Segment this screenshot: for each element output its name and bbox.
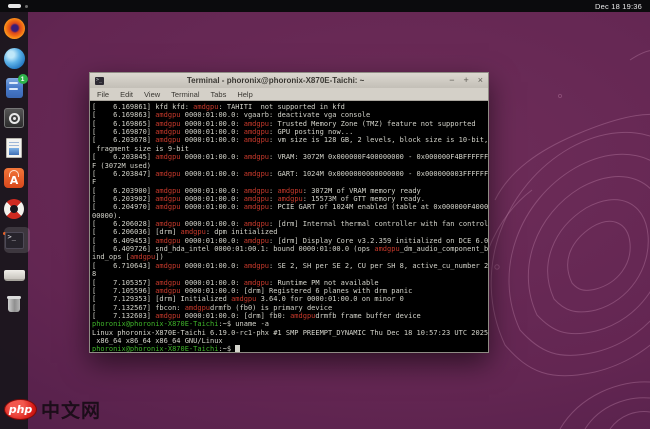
help-lifebuoy-icon [4,199,24,219]
terminal-line: fragment size is 9-bit [92,144,189,153]
terminal-line: [ 7.129353] [drm] Initialized amdgpu 3.6… [92,295,404,304]
watermark-text: 中文网 [41,400,102,422]
terminal-line: [ 6.169861] kfd kfd: amdgpu: TAHITI not … [92,103,345,111]
terminal-line: [ 6.203900] amdgpu 0000:01:00.0: amdgpu:… [92,186,421,195]
speaker-ring [8,112,20,124]
files-drawer-line [8,82,18,84]
terminal-line: [ 6.206036] [drm] amdgpu: dpm initialize… [92,228,278,237]
terminal-line: [ 6.710643] amdgpu 0000:01:00.0: amdgpu:… [92,261,488,270]
terminal-line: [ 6.203845] amdgpu 0000:01:00.0: amdgpu:… [92,153,488,162]
menu-file[interactable]: File [97,90,109,99]
close-button[interactable]: × [478,76,483,85]
menu-view[interactable]: View [144,90,160,99]
dock-item-libreoffice-writer[interactable] [3,137,25,159]
window-terminal-icon: >_ [95,76,104,85]
dock-item-rhythmbox[interactable] [3,107,25,129]
drive-icon [3,269,25,281]
thunderbird-icon [3,47,25,69]
dock-item-firefox[interactable] [3,17,25,39]
terminal-line: [ 6.409453] amdgpu 0000:01:00.0: amdgpu:… [92,236,488,245]
window-titlebar[interactable]: >_ Terminal - phoronix@phoronix-X870E-Ta… [90,73,488,88]
terminal-line: [ 6.203847] amdgpu 0000:01:00.0: amdgpu:… [92,169,488,178]
menu-tabs[interactable]: Tabs [211,90,227,99]
php-logo: php [4,399,37,420]
rhythmbox-icon [4,108,24,128]
firefox-icon [3,17,25,39]
workspace-indicator[interactable] [8,4,28,8]
php-cn-watermark: php 中文网 [4,396,101,423]
menu-terminal[interactable]: Terminal [171,90,199,99]
dock-item-help[interactable] [3,198,25,220]
workspace-dot-icon [25,4,28,8]
terminal-output[interactable]: [ 6.169861] kfd kfd: amdgpu: TAHITI not … [90,102,488,352]
terminal-line: Linux phoronix-X870E-Taichi 6.19.0-rc1-p… [92,328,488,337]
terminal-window: >_ Terminal - phoronix@phoronix-X870E-Ta… [89,72,489,353]
dock: 1 A >_ [0,12,30,429]
terminal-line: [ 6.169870] amdgpu 0000:01:00.0: amdgpu:… [92,128,354,137]
terminal-line: F [92,178,97,187]
dock-item-trash[interactable] [3,294,25,316]
trash-icon [7,296,21,312]
app-center-icon: A [4,168,24,188]
clock[interactable]: Dec 18 19:36 [595,2,642,11]
terminal-line: [ 6.203902] amdgpu 0000:01:00.0: amdgpu:… [92,194,425,203]
terminal-line: [ 7.105357] amdgpu 0000:01:00.0: amdgpu:… [92,278,379,287]
top-bar: Dec 18 19:36 [0,0,650,12]
terminal-line: [ 6.206028] amdgpu 0000:01:00.0: amdgpu:… [92,220,488,229]
terminal-line: [ 7.132567] fbcon: amdgpudrmfb (fb0) is … [92,303,333,312]
terminal-cursor [235,345,240,352]
terminal-line: [ 6.169863] amdgpu 0000:01:00.0: vgaarb:… [92,111,371,120]
terminal-line: phoronix@phoronix-X870E-Taichi:~$ uname … [92,320,270,329]
terminal-line: [ 7.132603] amdgpu 0000:01:00.0: [drm] f… [92,311,421,320]
dock-item-app-center[interactable]: A [3,167,25,189]
maximize-button[interactable]: + [463,76,468,85]
dock-item-files[interactable]: 1 [3,74,28,99]
terminal-line: [ 6.203678] amdgpu 0000:01:00.0: amdgpu:… [92,136,488,145]
files-drawer-line [8,88,18,90]
terminal-icon: >_ [4,231,24,249]
terminal-line: 8 [92,270,97,279]
notification-badge: 1 [17,74,28,84]
terminal-line: [ 6.409726] snd_hda_intel 0000:01:00.1: … [92,245,488,254]
terminal-line: 00000). [92,211,122,220]
menu-bar: File Edit View Terminal Tabs Help [90,88,488,101]
workspace-pill-icon [8,4,21,8]
terminal-line: [ 6.169865] amdgpu 0000:01:00.0: amdgpu:… [92,119,476,128]
files-icon: 1 [5,74,28,98]
window-title: Terminal - phoronix@phoronix-X870E-Taich… [186,76,365,85]
menu-edit[interactable]: Edit [120,90,133,99]
terminal-line: [ 7.105596] amdgpu 0000:01:00.0: [drm] R… [92,286,413,295]
menu-help[interactable]: Help [237,90,252,99]
dock-item-terminal[interactable]: >_ [3,227,30,253]
terminal-line: [ 6.204970] amdgpu 0000:01:00.0: amdgpu:… [92,203,488,212]
minimize-button[interactable]: − [449,76,454,85]
libreoffice-writer-icon [6,138,22,158]
dock-item-thunderbird[interactable] [3,47,25,69]
terminal-line: phoronix@phoronix-X870E-Taichi:~$ [92,345,488,352]
terminal-line: ind_ops [amdgpu]) [92,253,164,262]
terminal-line: F (3072M used) [92,161,152,170]
dock-item-removable-drive[interactable] [3,264,25,286]
terminal-line: x86_64 x86_64 x86_64 GNU/Linux [92,337,223,346]
